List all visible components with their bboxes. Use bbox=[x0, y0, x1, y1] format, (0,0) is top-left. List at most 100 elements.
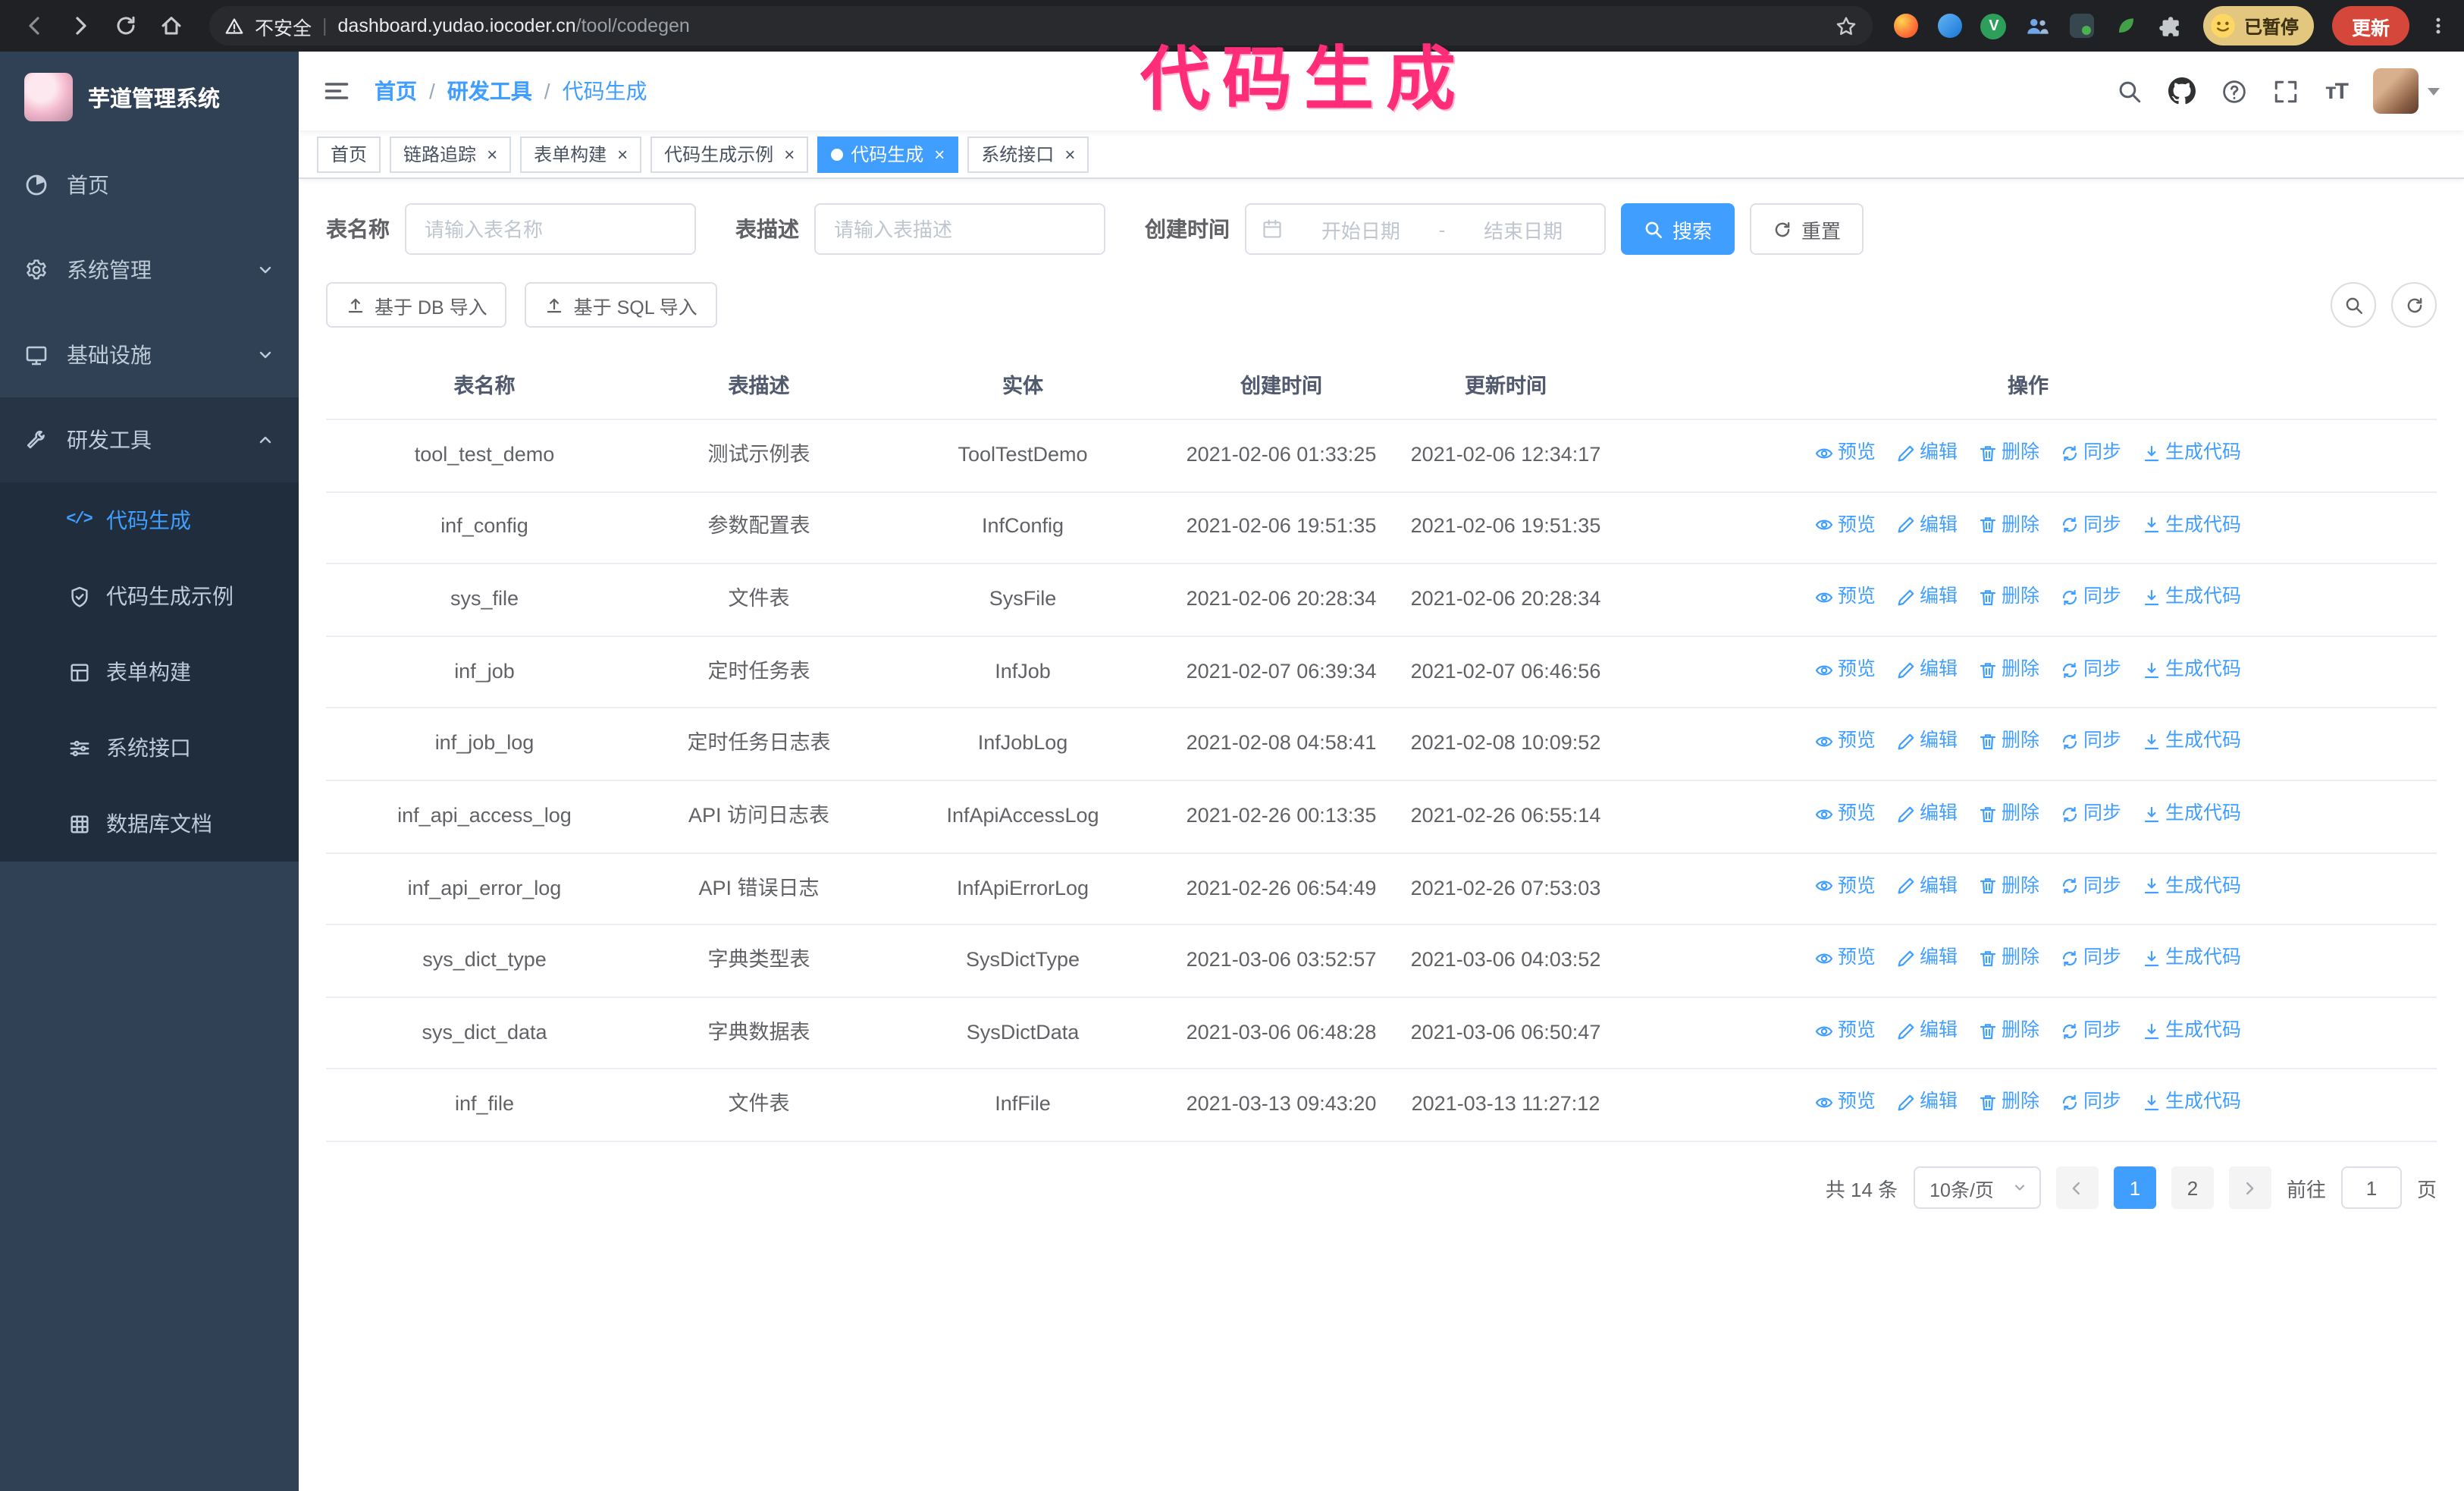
import-db-button[interactable]: 基于 DB 导入 bbox=[326, 282, 507, 328]
extension-icon-leaf[interactable] bbox=[2111, 11, 2141, 41]
github-icon[interactable] bbox=[2168, 77, 2196, 105]
toggle-search-button[interactable] bbox=[2331, 282, 2376, 328]
sidebar-logo[interactable]: 芋道管理系统 bbox=[0, 52, 299, 143]
sidebar-item-form-builder[interactable]: 表单构建 bbox=[0, 634, 299, 710]
delete-link[interactable]: 删除 bbox=[1979, 944, 2039, 974]
goto-page-input[interactable] bbox=[2340, 1166, 2402, 1210]
tab-codegen[interactable]: 代码生成 × bbox=[817, 136, 959, 172]
tab-close-icon[interactable]: × bbox=[934, 145, 945, 163]
browser-home-button[interactable] bbox=[152, 6, 191, 46]
preview-link[interactable]: 预览 bbox=[1815, 438, 1876, 468]
delete-link[interactable]: 删除 bbox=[1979, 582, 2039, 612]
sync-link[interactable]: 同步 bbox=[2061, 944, 2121, 974]
preview-link[interactable]: 预览 bbox=[1815, 1016, 1876, 1046]
page-button-2[interactable]: 2 bbox=[2171, 1166, 2214, 1210]
sync-link[interactable]: 同步 bbox=[2061, 438, 2121, 468]
tab-close-icon[interactable]: × bbox=[1064, 145, 1075, 163]
sidebar-item-system-api[interactable]: 系统接口 bbox=[0, 710, 299, 786]
sidebar-item-system-management[interactable]: 系统管理 bbox=[0, 228, 299, 312]
tab-close-icon[interactable]: × bbox=[487, 145, 497, 163]
sidebar-item-codegen[interactable]: </> 代码生成 bbox=[0, 482, 299, 558]
breadcrumb-dev-tools[interactable]: 研发工具 bbox=[447, 76, 532, 106]
preview-link[interactable]: 预览 bbox=[1815, 582, 1876, 612]
edit-link[interactable]: 编辑 bbox=[1897, 582, 1958, 612]
sync-link[interactable]: 同步 bbox=[2061, 1088, 2121, 1118]
edit-link[interactable]: 编辑 bbox=[1897, 871, 1958, 901]
generate-code-link[interactable]: 生成代码 bbox=[2143, 871, 2241, 901]
browser-update-button[interactable]: 更新 bbox=[2331, 6, 2409, 46]
tab-tracing[interactable]: 链路追踪 × bbox=[390, 136, 512, 172]
extension-icon-fox[interactable] bbox=[1891, 11, 1921, 41]
sidebar-item-dev-tools[interactable]: 研发工具 bbox=[0, 397, 299, 482]
sidebar-item-infrastructure[interactable]: 基础设施 bbox=[0, 312, 299, 397]
sync-link[interactable]: 同步 bbox=[2061, 727, 2121, 757]
preview-link[interactable]: 预览 bbox=[1815, 1088, 1876, 1118]
sync-link[interactable]: 同步 bbox=[2061, 582, 2121, 612]
help-icon[interactable] bbox=[2222, 78, 2248, 104]
delete-link[interactable]: 删除 bbox=[1979, 799, 2039, 829]
tab-close-icon[interactable]: × bbox=[617, 145, 628, 163]
sync-link[interactable]: 同步 bbox=[2061, 871, 2121, 901]
edit-link[interactable]: 编辑 bbox=[1897, 510, 1958, 540]
generate-code-link[interactable]: 生成代码 bbox=[2143, 1016, 2241, 1046]
header-search-button[interactable] bbox=[2118, 78, 2143, 104]
next-page-button[interactable] bbox=[2228, 1166, 2271, 1210]
delete-link[interactable]: 删除 bbox=[1979, 438, 2039, 468]
generate-code-link[interactable]: 生成代码 bbox=[2143, 655, 2241, 685]
edit-link[interactable]: 编辑 bbox=[1897, 655, 1958, 685]
delete-link[interactable]: 删除 bbox=[1979, 510, 2039, 540]
breadcrumb-home[interactable]: 首页 bbox=[375, 76, 417, 106]
table-desc-input[interactable] bbox=[814, 203, 1105, 255]
extension-icon-v[interactable]: V bbox=[1979, 11, 2009, 41]
edit-link[interactable]: 编辑 bbox=[1897, 944, 1958, 974]
bookmark-star-icon[interactable] bbox=[1835, 14, 1857, 37]
sync-link[interactable]: 同步 bbox=[2061, 510, 2121, 540]
extension-icon-people[interactable] bbox=[2023, 11, 2053, 41]
edit-link[interactable]: 编辑 bbox=[1897, 1016, 1958, 1046]
page-size-select[interactable]: 10条/页 bbox=[1913, 1166, 2041, 1210]
sync-link[interactable]: 同步 bbox=[2061, 655, 2121, 685]
extension-icon-dark-tool[interactable] bbox=[2067, 11, 2097, 41]
generate-code-link[interactable]: 生成代码 bbox=[2143, 438, 2241, 468]
page-button-1[interactable]: 1 bbox=[2113, 1166, 2156, 1210]
delete-link[interactable]: 删除 bbox=[1979, 1088, 2039, 1118]
browser-reload-button[interactable] bbox=[106, 6, 146, 46]
delete-link[interactable]: 删除 bbox=[1979, 655, 2039, 685]
edit-link[interactable]: 编辑 bbox=[1897, 727, 1958, 757]
preview-link[interactable]: 预览 bbox=[1815, 655, 1876, 685]
extension-icon-drop[interactable] bbox=[1935, 11, 1965, 41]
preview-link[interactable]: 预览 bbox=[1815, 944, 1876, 974]
tab-system-api[interactable]: 系统接口 × bbox=[967, 136, 1089, 172]
generate-code-link[interactable]: 生成代码 bbox=[2143, 1088, 2241, 1118]
delete-link[interactable]: 删除 bbox=[1979, 1016, 2039, 1046]
sidebar-item-db-docs[interactable]: 数据库文档 bbox=[0, 786, 299, 862]
sidebar-toggle-button[interactable] bbox=[323, 77, 350, 105]
sidebar-item-home[interactable]: 首页 bbox=[0, 143, 299, 228]
browser-back-button[interactable] bbox=[15, 6, 55, 46]
edit-link[interactable]: 编辑 bbox=[1897, 1088, 1958, 1118]
fullscreen-icon[interactable] bbox=[2274, 78, 2299, 104]
edit-link[interactable]: 编辑 bbox=[1897, 799, 1958, 829]
prev-page-button[interactable] bbox=[2055, 1166, 2099, 1210]
sidebar-item-codegen-example[interactable]: 代码生成示例 bbox=[0, 558, 299, 634]
preview-link[interactable]: 预览 bbox=[1815, 799, 1876, 829]
delete-link[interactable]: 删除 bbox=[1979, 727, 2039, 757]
browser-profile-paused-badge[interactable]: 已暂停 bbox=[2202, 6, 2314, 46]
generate-code-link[interactable]: 生成代码 bbox=[2143, 944, 2241, 974]
preview-link[interactable]: 预览 bbox=[1815, 871, 1876, 901]
generate-code-link[interactable]: 生成代码 bbox=[2143, 510, 2241, 540]
import-sql-button[interactable]: 基于 SQL 导入 bbox=[525, 282, 717, 328]
tab-form-builder[interactable]: 表单构建 × bbox=[520, 136, 642, 172]
sync-link[interactable]: 同步 bbox=[2061, 1016, 2121, 1046]
table-name-input[interactable] bbox=[405, 203, 696, 255]
preview-link[interactable]: 预览 bbox=[1815, 727, 1876, 757]
user-menu[interactable] bbox=[2373, 68, 2440, 114]
generate-code-link[interactable]: 生成代码 bbox=[2143, 582, 2241, 612]
refresh-table-button[interactable] bbox=[2391, 282, 2437, 328]
generate-code-link[interactable]: 生成代码 bbox=[2143, 727, 2241, 757]
edit-link[interactable]: 编辑 bbox=[1897, 438, 1958, 468]
address-bar[interactable]: 不安全 | dashboard.yudao.iocoder.cn/tool/co… bbox=[209, 6, 1873, 46]
font-size-icon[interactable]: тT bbox=[2325, 78, 2349, 104]
browser-forward-button[interactable] bbox=[61, 6, 100, 46]
tab-close-icon[interactable]: × bbox=[784, 145, 795, 163]
